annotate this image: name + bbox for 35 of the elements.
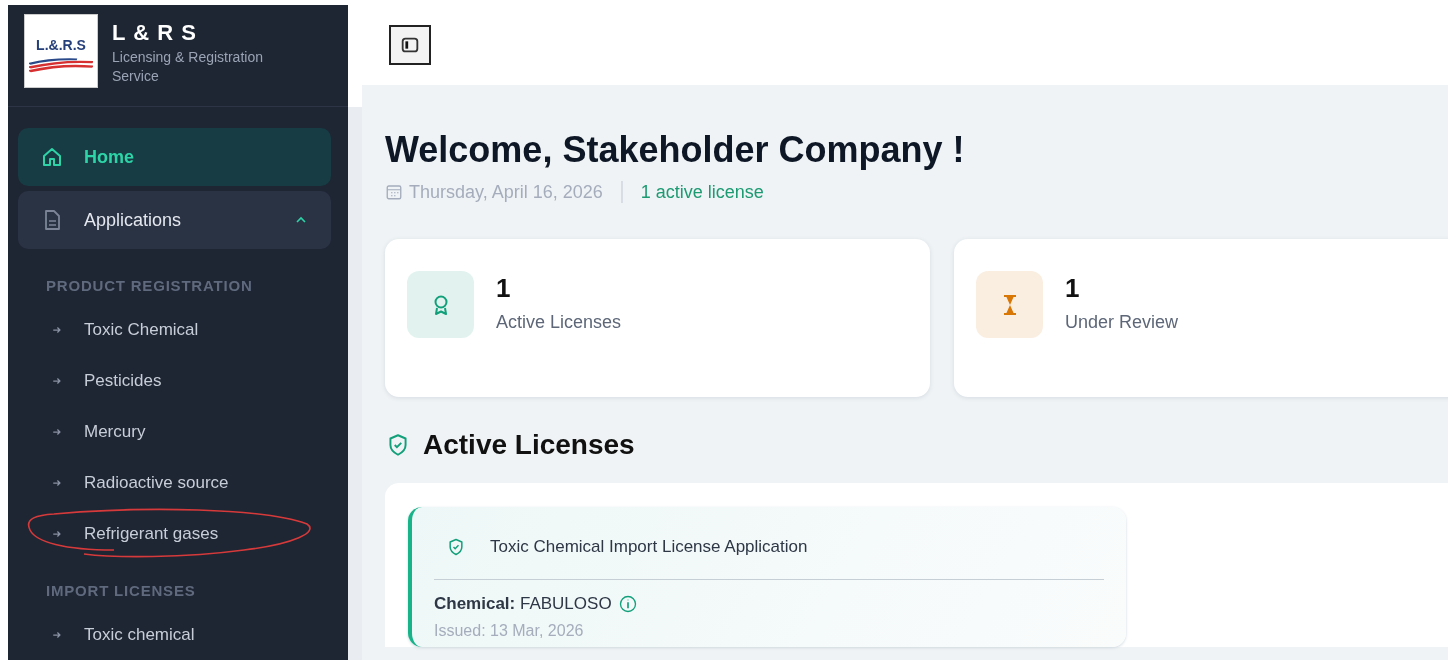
arrow-right-icon bbox=[52, 629, 62, 640]
arrow-right-icon bbox=[52, 375, 62, 386]
section-heading: Active Licenses bbox=[423, 429, 635, 461]
active-license-count: 1 active license bbox=[640, 181, 764, 203]
arrow-right-icon bbox=[52, 528, 62, 539]
arrow-right-icon bbox=[52, 477, 62, 488]
section-heading: IMPORT LICENSES bbox=[45, 581, 197, 601]
arrow-right-icon bbox=[52, 324, 62, 335]
nav-item[interactable]: Applications bbox=[18, 191, 331, 249]
shield-check-icon bbox=[446, 537, 466, 557]
nav-link[interactable]: Toxic chemical bbox=[18, 609, 331, 660]
stat-label: Under Review bbox=[1065, 312, 1179, 333]
arrow-right-icon bbox=[52, 426, 62, 437]
nav-link[interactable]: Mercury bbox=[18, 406, 331, 457]
sidebar-toggle-button[interactable] bbox=[389, 25, 431, 65]
issued-date: Issued: 13 Mar, 2026 bbox=[434, 622, 585, 640]
welcome-heading: Welcome, Stakeholder Company ! bbox=[385, 129, 966, 171]
stat-value: 1 bbox=[1065, 273, 1081, 304]
home-icon bbox=[40, 145, 64, 169]
logo-text: L.&.R.S bbox=[36, 37, 86, 53]
stat-value: 1 bbox=[496, 273, 512, 304]
license-title: Toxic Chemical Import License Application bbox=[490, 537, 808, 557]
nav-item[interactable]: Home bbox=[18, 128, 331, 186]
app-subtitle: Licensing & Registration Service bbox=[112, 48, 264, 86]
nav-link[interactable]: Refrigerant gases bbox=[18, 508, 331, 559]
stat-label: Active Licenses bbox=[496, 312, 622, 333]
date-text: Thursday, April 16, 2026 bbox=[409, 181, 603, 203]
nav-link[interactable]: Toxic Chemical bbox=[18, 304, 331, 355]
chemical-field: Chemical: FABULOSO bbox=[434, 594, 612, 614]
app-title: L & R S bbox=[112, 20, 198, 46]
calendar-icon bbox=[385, 183, 403, 201]
nav-link[interactable]: Radioactive source bbox=[18, 457, 331, 508]
info-icon bbox=[617, 594, 638, 614]
section-heading: PRODUCT REGISTRATION bbox=[45, 276, 254, 296]
nav-link[interactable]: Pesticides bbox=[18, 355, 331, 406]
